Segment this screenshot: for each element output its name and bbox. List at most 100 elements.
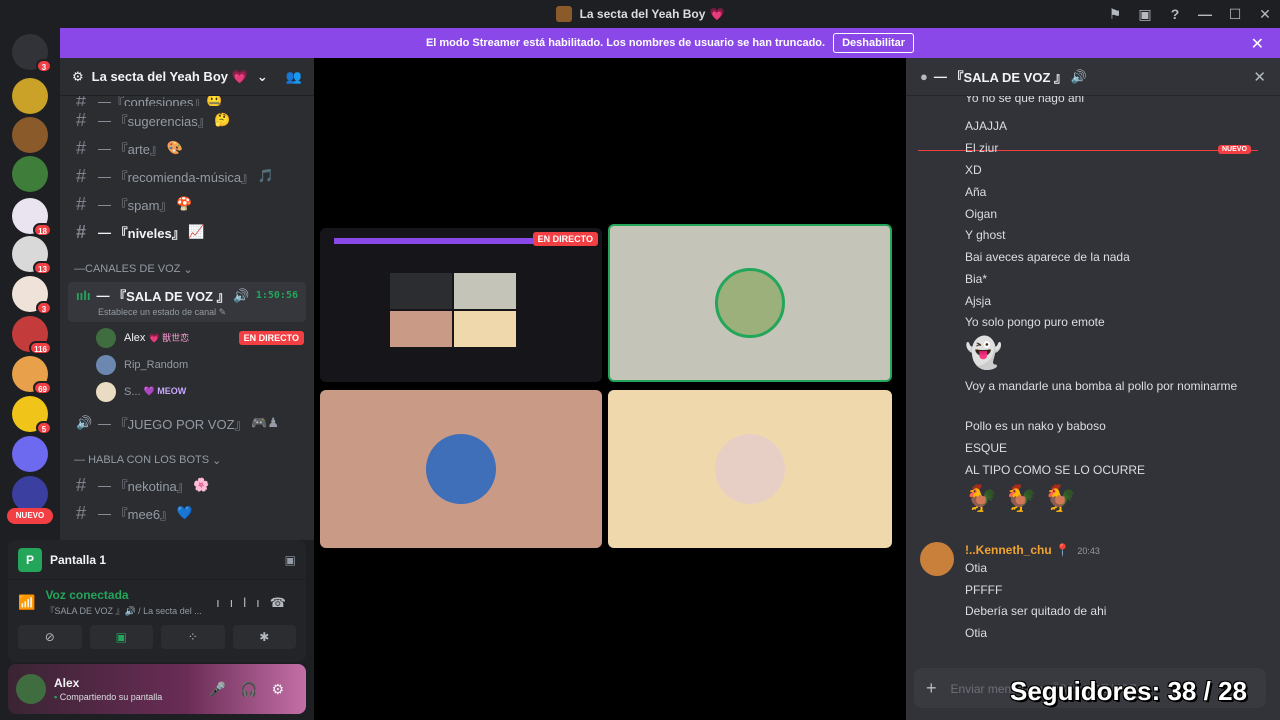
message: Bia* (965, 272, 988, 286)
inbox-icon[interactable]: ▣ (1130, 6, 1160, 23)
message: Pollo es un nako y baboso (965, 419, 1106, 433)
channel-item[interactable]: # — 『recomienda-música』 🎵 (60, 162, 314, 190)
avatar (96, 381, 116, 402)
minimize-button[interactable]: — (1190, 6, 1220, 22)
discord-home-icon[interactable]: 3 (12, 34, 52, 73)
streamer-mode-message: El modo Streamer está habilitado. Los no… (425, 37, 826, 49)
server-icon[interactable] (12, 78, 48, 114)
server-icon[interactable]: 69 (12, 356, 52, 395)
hash-icon: # (76, 221, 87, 242)
message: Oigan (965, 207, 998, 221)
headphones-icon[interactable]: 🎧 (240, 681, 271, 697)
message: AL TIPO COMO SE LO OCURRE (965, 463, 1146, 477)
category-label: CANALES DE VOZ (85, 263, 181, 275)
channel-sidebar: ⚙ La secta del Yeah Boy 💗 ⌄ 👥 # — 『confes… (60, 58, 314, 540)
screen-share-row[interactable]: P Pantalla 1 ▣ (8, 540, 306, 580)
avatar[interactable] (920, 542, 954, 576)
disable-streamer-button[interactable]: Deshabilitar (833, 33, 915, 53)
user-controls: 🎤🎧⚙ (209, 681, 298, 698)
message: ESQUE (965, 441, 1008, 455)
server-icon[interactable] (12, 436, 48, 472)
voice-connected-subtitle[interactable]: 『SALA DE VOZ 』🔊 / La secta del ... (45, 604, 201, 617)
channel-item[interactable]: # — 『mee6』 💙 (60, 499, 314, 527)
channel-name: 『arte』 (114, 141, 164, 157)
server-icon[interactable]: 116 (12, 316, 52, 355)
channel-item[interactable]: # — 『nekotina』 🌸 (60, 471, 314, 499)
voice-chat-panel: ● — 『SALA DE VOZ 』 🔊 ✕ Yo no se que hago… (906, 58, 1280, 720)
stream-tile[interactable]: EN DIRECTO (320, 228, 602, 382)
voice-user-name: S... (124, 385, 141, 398)
noise-icon[interactable]: ıılı (216, 595, 270, 610)
message-list: Yo no se que hago ahi NUEVO AJAJJA El zi… (906, 96, 1280, 670)
add-member-icon[interactable]: 👥 (286, 69, 302, 85)
camera-off-button[interactable]: ⊘ (18, 625, 82, 649)
participant-tile[interactable] (608, 390, 892, 548)
maximize-button[interactable]: ☐ (1220, 6, 1250, 23)
voice-user[interactable]: Rip_Random (60, 351, 314, 378)
chat-bubble-icon: ● (920, 69, 928, 84)
voice-timer: 1:50:56 (255, 290, 298, 301)
disconnect-icon[interactable]: ☎ (270, 595, 296, 610)
server-header[interactable]: ⚙ La secta del Yeah Boy 💗 ⌄ 👥 (60, 58, 314, 96)
server-icon[interactable]: 13 (12, 236, 52, 275)
stream-preview-tile (454, 311, 516, 347)
server-icon[interactable] (12, 117, 48, 153)
server-icon[interactable]: 5 (12, 396, 52, 435)
channel-item[interactable]: # — 『sugerencias』 🤔 (60, 106, 314, 134)
avatar (426, 434, 496, 504)
channel-name: 『spam』 (114, 197, 173, 213)
voice-category[interactable]: — CANALES DE VOZ ⌄ (60, 258, 314, 280)
channel-name: 『niveles』 (114, 225, 185, 241)
activities-button[interactable]: ⁘ (161, 625, 225, 649)
message: Yo solo pongo puro emote (965, 315, 1105, 329)
window-controls: ⚑ ▣ ? — ☐ ✕ (1100, 0, 1280, 28)
channel-item[interactable]: # — 『niveles』 📈 (60, 218, 314, 246)
message: Otia (965, 561, 988, 575)
close-icon[interactable]: ✕ (1251, 34, 1264, 54)
live-badge: EN DIRECTO (238, 330, 304, 345)
help-icon[interactable]: ? (1160, 6, 1190, 22)
soundboard-button[interactable]: ✱ (232, 625, 296, 649)
plus-icon[interactable]: + (926, 678, 937, 699)
new-servers-pill[interactable]: NUEVO (7, 508, 53, 524)
share-screen-button[interactable]: ▣ (89, 625, 153, 649)
voice-user[interactable]: Alex 💗 獣世恋 EN DIRECTO (60, 324, 314, 351)
close-window-button[interactable]: ✕ (1250, 6, 1280, 23)
server-icon[interactable] (12, 476, 48, 512)
channel-item[interactable]: # — 『arte』 🎨 (60, 134, 314, 162)
flag-icon[interactable]: ⚑ (1100, 6, 1130, 23)
voice-channel[interactable]: 🔊 — 『JUEGO POR VOZ』 🎮♟ (60, 409, 314, 437)
voice-connected-row: 📶 Voz conectada 『SALA DE VOZ 』🔊 / La sec… (8, 580, 306, 617)
avatar[interactable] (16, 674, 46, 704)
voice-channel-active[interactable]: ıılı — 『SALA DE VOZ 』 🔊 1:50:56 Establec… (68, 282, 306, 322)
channel-item[interactable]: # — 『spam』 🍄 (60, 190, 314, 218)
voice-user[interactable]: S... 💜 MEOW (60, 378, 314, 405)
badge: 13 (33, 261, 52, 275)
server-icon[interactable]: 3 (12, 276, 52, 315)
avatar (96, 327, 116, 348)
channel-name: 『confesiones』 (111, 96, 207, 106)
server-mini-icon (555, 6, 572, 22)
participant-tile[interactable] (320, 390, 602, 548)
screen-share-icon: P (18, 547, 42, 572)
voice-panel: P Pantalla 1 ▣ 📶 Voz conectada 『SALA DE … (8, 540, 306, 662)
streamer-mode-bar: El modo Streamer está habilitado. Los no… (60, 28, 1280, 58)
microphone-icon[interactable]: 🎤 (209, 681, 240, 697)
gear-icon[interactable]: ⚙ (271, 681, 298, 697)
server-icon[interactable] (12, 156, 48, 192)
message: El ziur (965, 141, 999, 155)
message-author[interactable]: !..Kenneth_chu (965, 543, 1052, 557)
channel-item[interactable]: # — 『confesiones』 🤐 (60, 96, 314, 106)
server-icon[interactable]: 18 (12, 198, 52, 237)
channel-name: 『recomienda-música』 (114, 169, 255, 185)
badge: 18 (33, 223, 52, 237)
participant-tile[interactable] (608, 224, 892, 382)
server-name: La secta del Yeah Boy 💗 (91, 68, 248, 84)
user-panel: Alex ▪ Compartiendo su pantalla 🎤🎧⚙ (8, 664, 306, 714)
close-icon[interactable]: ✕ (1253, 68, 1266, 86)
channel-status-placeholder[interactable]: Establece un estado de canal ✎ (98, 307, 298, 318)
bots-category[interactable]: — HABLA CON LOS BOTS ⌄ (60, 449, 314, 471)
stop-share-icon[interactable]: ▣ (285, 553, 296, 567)
followers-overlay: Seguidores: 38 / 28 (1010, 676, 1247, 706)
signal-icon[interactable]: 📶 (18, 594, 35, 611)
